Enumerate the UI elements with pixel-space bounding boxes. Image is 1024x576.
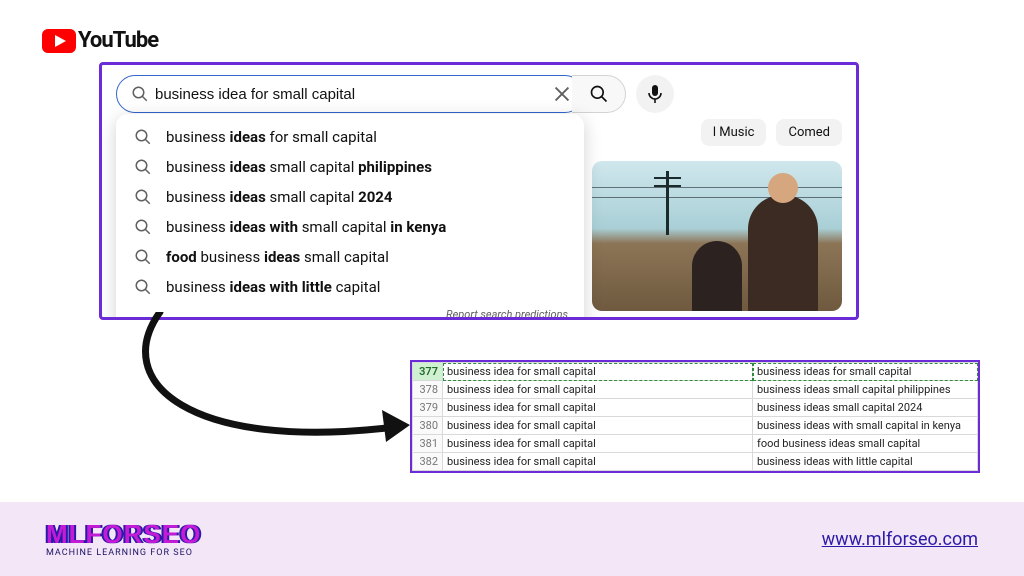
table-row[interactable]: 381business idea for small capitalfood b… <box>413 435 978 453</box>
suggestion-text: business ideas small capital philippines <box>166 158 432 176</box>
footer-link[interactable]: www.mlforseo.com <box>822 529 978 550</box>
report-predictions-link[interactable]: Report search predictions <box>116 302 584 320</box>
row-number: 381 <box>413 435 443 453</box>
mlforseo-logo: MLFORSEO MACHINE LEARNING FOR SEO <box>46 521 201 558</box>
search-icon <box>134 128 152 146</box>
query-cell[interactable]: business idea for small capital <box>443 417 753 435</box>
category-chips: l Music Comed <box>701 119 842 146</box>
search-input[interactable] <box>149 86 551 103</box>
youtube-search-screenshot: l Music Comed business ideas for small c… <box>99 62 859 320</box>
suggestion-text: business ideas small capital 2024 <box>166 188 393 206</box>
search-suggestion[interactable]: business ideas for small capital <box>116 122 584 152</box>
query-cell[interactable]: business idea for small capital <box>443 363 753 381</box>
video-thumbnail[interactable] <box>592 161 842 311</box>
microphone-icon <box>647 84 663 104</box>
query-cell[interactable]: business idea for small capital <box>443 381 753 399</box>
search-suggestion[interactable]: business ideas with small capital in ken… <box>116 212 584 242</box>
youtube-play-icon <box>42 29 76 53</box>
spreadsheet-panel: 377business idea for small capitalbusine… <box>410 360 980 473</box>
search-button[interactable] <box>572 75 626 113</box>
chip[interactable]: l Music <box>701 119 767 146</box>
clear-icon[interactable] <box>551 83 573 105</box>
search-suggestion[interactable]: food business ideas small capital <box>116 242 584 272</box>
suggestion-text: food business ideas small capital <box>166 248 389 266</box>
table-row[interactable]: 377business idea for small capitalbusine… <box>413 363 978 381</box>
search-icon <box>134 218 152 236</box>
table-row[interactable]: 379business idea for small capitalbusine… <box>413 399 978 417</box>
row-number: 379 <box>413 399 443 417</box>
search-suggestion[interactable]: business ideas with little capital <box>116 272 584 302</box>
search-suggestions-dropdown: business ideas for small capital busines… <box>116 114 584 320</box>
search-icon <box>131 85 149 103</box>
suggestion-text: business ideas for small capital <box>166 128 377 146</box>
row-number: 377 <box>413 363 443 381</box>
search-suggestion[interactable]: business ideas small capital philippines <box>116 152 584 182</box>
table-row[interactable]: 380business idea for small capitalbusine… <box>413 417 978 435</box>
footer-bar: MLFORSEO MACHINE LEARNING FOR SEO www.ml… <box>0 502 1024 576</box>
query-cell[interactable]: business idea for small capital <box>443 453 753 471</box>
youtube-label: YouTube <box>78 28 158 53</box>
suggestion-cell[interactable]: business ideas for small capital <box>753 363 978 381</box>
brand-tagline: MACHINE LEARNING FOR SEO <box>46 549 201 558</box>
search-row <box>102 65 856 113</box>
search-box[interactable] <box>116 75 584 113</box>
search-icon <box>589 84 609 104</box>
search-icon <box>134 188 152 206</box>
suggestion-cell[interactable]: business ideas small capital 2024 <box>753 399 978 417</box>
suggestion-cell[interactable]: business ideas with little capital <box>753 453 978 471</box>
search-suggestion[interactable]: business ideas small capital 2024 <box>116 182 584 212</box>
suggestion-text: business ideas with small capital in ken… <box>166 218 446 236</box>
suggestion-text: business ideas with little capital <box>166 278 380 296</box>
search-icon <box>134 158 152 176</box>
youtube-logo: YouTube <box>42 28 158 53</box>
arrow-annotation <box>130 312 430 462</box>
search-icon <box>134 248 152 266</box>
spreadsheet-table: 377business idea for small capitalbusine… <box>412 362 978 471</box>
query-cell[interactable]: business idea for small capital <box>443 399 753 417</box>
search-icon <box>134 278 152 296</box>
table-row[interactable]: 378business idea for small capitalbusine… <box>413 381 978 399</box>
row-number: 380 <box>413 417 443 435</box>
table-row[interactable]: 382business idea for small capitalbusine… <box>413 453 978 471</box>
suggestion-cell[interactable]: business ideas with small capital in ken… <box>753 417 978 435</box>
query-cell[interactable]: business idea for small capital <box>443 435 753 453</box>
voice-search-button[interactable] <box>636 75 674 113</box>
row-number: 378 <box>413 381 443 399</box>
chip[interactable]: Comed <box>776 119 842 146</box>
suggestion-cell[interactable]: food business ideas small capital <box>753 435 978 453</box>
row-number: 382 <box>413 453 443 471</box>
brand-name: MLFORSEO <box>46 521 201 547</box>
suggestion-cell[interactable]: business ideas small capital philippines <box>753 381 978 399</box>
